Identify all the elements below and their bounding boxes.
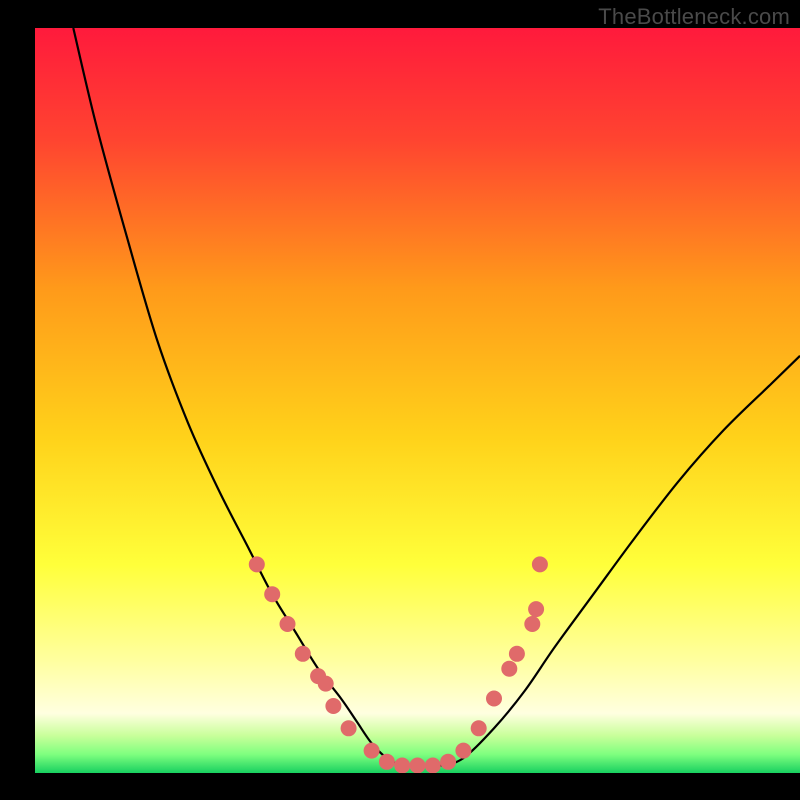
highlight-point	[509, 646, 525, 662]
highlight-point	[341, 720, 357, 736]
highlight-point	[280, 616, 296, 632]
plot-area	[35, 28, 800, 773]
highlight-point	[410, 758, 426, 774]
highlight-point	[425, 758, 441, 774]
highlight-point	[486, 691, 502, 707]
chart-svg	[35, 28, 800, 773]
highlight-point	[440, 754, 456, 770]
chart-frame: TheBottleneck.com	[0, 0, 800, 800]
highlight-point	[532, 556, 548, 572]
watermark-text: TheBottleneck.com	[598, 4, 790, 30]
highlight-point	[325, 698, 341, 714]
highlight-point	[528, 601, 544, 617]
highlight-point	[501, 661, 517, 677]
highlight-point	[455, 743, 471, 759]
highlight-point	[295, 646, 311, 662]
highlight-point	[379, 754, 395, 770]
highlight-point	[471, 720, 487, 736]
highlight-point	[318, 676, 334, 692]
highlight-point	[364, 743, 380, 759]
gradient-background	[35, 28, 800, 773]
highlight-point	[524, 616, 540, 632]
highlight-point	[249, 556, 265, 572]
highlight-point	[394, 758, 410, 774]
highlight-point	[264, 586, 280, 602]
